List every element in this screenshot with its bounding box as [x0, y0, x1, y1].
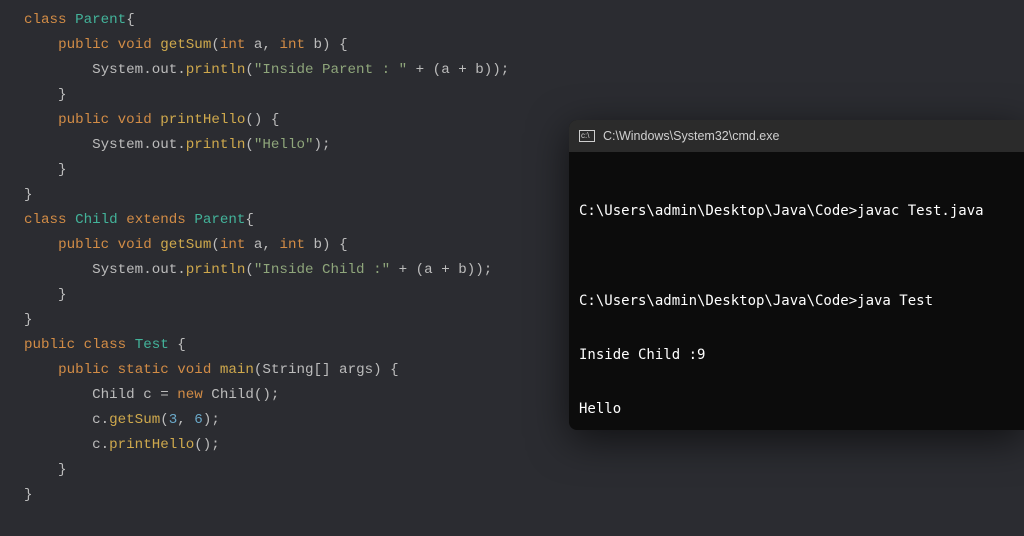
terminal-body[interactable]: C:\Users\admin\Desktop\Java\Code>javac T… [569, 152, 1024, 430]
code-line: } [24, 462, 67, 478]
code-line: public class Test { [24, 337, 186, 353]
code-line: } [24, 87, 67, 103]
terminal-line: Inside Child :9 [579, 346, 1014, 364]
code-line: class Child extends Parent{ [24, 212, 254, 228]
code-line: c.printHello(); [24, 437, 220, 453]
code-line: } [24, 487, 33, 503]
code-line: } [24, 162, 67, 178]
code-line: public void getSum(int a, int b) { [24, 237, 348, 253]
terminal-title: C:\Windows\System32\cmd.exe [603, 129, 779, 143]
cmd-icon: c:\ [579, 130, 595, 142]
code-line: } [24, 187, 33, 203]
code-line: public void printHello() { [24, 112, 279, 128]
code-line: public static void main(String[] args) { [24, 362, 399, 378]
terminal-titlebar[interactable]: c:\ C:\Windows\System32\cmd.exe [569, 120, 1024, 152]
code-line: } [24, 312, 33, 328]
terminal-line: C:\Users\admin\Desktop\Java\Code>javac T… [579, 202, 1014, 220]
code-line: System.out.println("Inside Child :" + (a… [24, 262, 492, 278]
code-line: System.out.println("Inside Parent : " + … [24, 62, 509, 78]
code-line: public void getSum(int a, int b) { [24, 37, 348, 53]
code-line: System.out.println("Hello"); [24, 137, 331, 153]
code-line: Child c = new Child(); [24, 387, 279, 403]
code-line: c.getSum(3, 6); [24, 412, 220, 428]
terminal-line: C:\Users\admin\Desktop\Java\Code>java Te… [579, 292, 1014, 310]
terminal-line: Hello [579, 400, 1014, 418]
code-line: } [24, 287, 67, 303]
code-line: class Parent{ [24, 12, 135, 28]
terminal-window[interactable]: c:\ C:\Windows\System32\cmd.exe C:\Users… [569, 120, 1024, 430]
